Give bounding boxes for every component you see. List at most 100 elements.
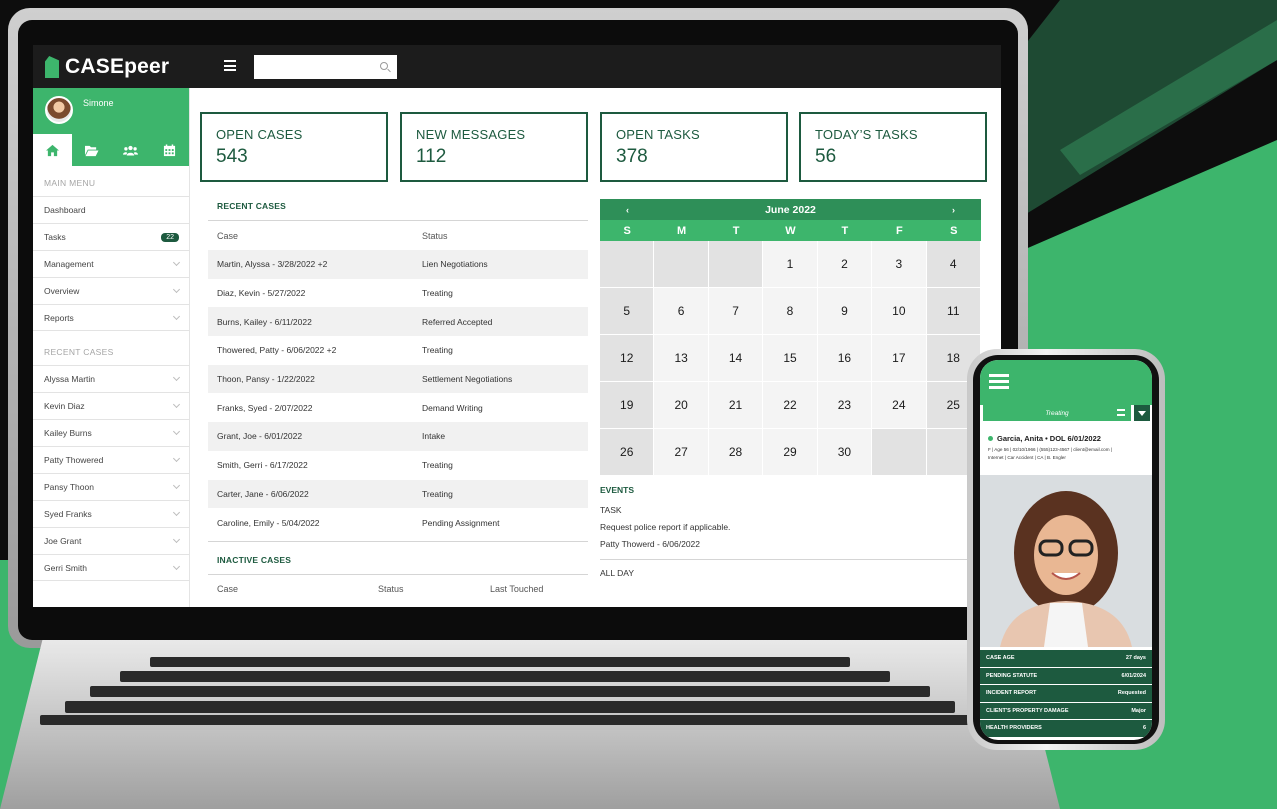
calendar-day[interactable]: 23: [817, 382, 873, 429]
search-input[interactable]: [254, 55, 374, 79]
sidebar-recent-case[interactable]: Gerri Smith: [33, 554, 189, 581]
detail-row-pending-statute[interactable]: PENDING STATUTE 6/01/2024: [980, 667, 1152, 685]
list-icon: [1117, 409, 1125, 416]
tasks-count-badge: 22: [161, 232, 179, 242]
stat-card-open-tasks[interactable]: OPEN TASKS 378: [600, 112, 788, 182]
sidebar-item-dashboard[interactable]: Dashboard: [33, 196, 189, 223]
detail-row-case-age[interactable]: CASE AGE 27 days: [980, 650, 1152, 668]
stat-card-new-messages[interactable]: NEW MESSAGES 112: [400, 112, 588, 182]
calendar-day[interactable]: 9: [817, 288, 873, 335]
cases-tab[interactable]: [72, 134, 111, 166]
table-header: Case Status: [208, 221, 588, 250]
column-header-status[interactable]: Status: [422, 231, 588, 241]
mobile-menu-icon[interactable]: [989, 374, 1009, 389]
next-month-button[interactable]: ›: [952, 205, 955, 215]
search-icon[interactable]: [380, 62, 388, 70]
table-row[interactable]: Grant, Joe - 6/01/2022 Intake: [208, 422, 588, 451]
calendar-day[interactable]: 8: [763, 288, 818, 335]
sidebar-recent-case[interactable]: Kevin Diaz: [33, 392, 189, 419]
sidebar-recent-case[interactable]: Pansy Thoon: [33, 473, 189, 500]
calendar-day[interactable]: 2: [817, 241, 873, 288]
sidebar-recent-case[interactable]: Patty Thowered: [33, 446, 189, 473]
stat-card-todays-tasks[interactable]: TODAY’S TASKS 56: [799, 112, 987, 182]
stat-value: 56: [815, 146, 837, 167]
calendar-day[interactable]: 15: [763, 335, 818, 382]
mobile-dropdown-button[interactable]: [1134, 405, 1150, 421]
calendar-day[interactable]: 7: [708, 288, 764, 335]
calendar-day[interactable]: 11: [926, 288, 981, 335]
sidebar-recent-case[interactable]: Alyssa Martin: [33, 365, 189, 392]
table-row[interactable]: Smith, Gerri - 6/17/2022 Treating: [208, 451, 588, 480]
table-row[interactable]: Franks, Syed - 2/07/2022 Demand Writing: [208, 393, 588, 422]
status-dot-icon: [988, 436, 993, 441]
column-header-last-touched[interactable]: Last Touched: [490, 584, 543, 594]
table-row[interactable]: Thowered, Patty - 6/06/2022 +2 Treating: [208, 336, 588, 365]
detail-row-incident-report[interactable]: INCIDENT REPORT Requested: [980, 685, 1152, 703]
sidebar-item-label: Gerri Smith: [44, 562, 87, 573]
calendar-day[interactable]: 21: [708, 382, 764, 429]
table-row[interactable]: Diaz, Kevin - 5/27/2022 Treating: [208, 279, 588, 308]
calendar-day[interactable]: 27: [654, 429, 709, 476]
calendar-day[interactable]: 17: [872, 335, 927, 382]
weekday-label: W: [785, 224, 796, 237]
recent-cases-panel: RECENT CASES Case Status Martin, Alyssa …: [208, 198, 588, 537]
sidebar-item-tasks[interactable]: Tasks 22: [33, 223, 189, 250]
detail-label: HEALTH PROVIDERS: [986, 725, 1042, 732]
calendar-day[interactable]: 22: [763, 382, 818, 429]
table-row[interactable]: Martin, Alyssa - 3/28/2022 +2 Lien Negoti…: [208, 250, 588, 279]
calendar-day[interactable]: 13: [654, 335, 709, 382]
calendar-day[interactable]: 29: [763, 429, 818, 476]
home-tab[interactable]: [33, 134, 72, 166]
table-row[interactable]: Thoon, Pansy - 1/22/2022 Settlement Negot…: [208, 364, 588, 394]
detail-row-health-providers[interactable]: HEALTH PROVIDERS 6: [980, 720, 1152, 738]
brand[interactable]: CASEpeer: [45, 55, 169, 79]
sidebar-recent-case[interactable]: Syed Franks: [33, 500, 189, 527]
table-row[interactable]: Burns, Kailey - 6/11/2022 Referred Accept…: [208, 307, 588, 337]
calendar-day[interactable]: 1: [763, 241, 818, 288]
stat-card-open-cases[interactable]: OPEN CASES 543: [200, 112, 388, 182]
contacts-tab[interactable]: [111, 134, 150, 166]
calendar-day[interactable]: 16: [817, 335, 873, 382]
calendar-day[interactable]: 12: [600, 335, 655, 382]
status-cell: Lien Negotiations: [422, 259, 488, 270]
calendar-day[interactable]: 6: [654, 288, 709, 335]
calendar-day[interactable]: 4: [926, 241, 981, 288]
table-row[interactable]: Carter, Jane - 6/06/2022 Treating: [208, 479, 588, 509]
calendar-tab[interactable]: [150, 134, 189, 166]
sidebar-recent-case[interactable]: Joe Grant: [33, 527, 189, 554]
detail-row-property-damage[interactable]: CLIENT'S PROPERTY DAMAGE Major: [980, 702, 1152, 720]
user-profile[interactable]: Simone: [33, 88, 189, 134]
event-description[interactable]: Request police report if applicable.: [600, 522, 981, 532]
menu-toggle-icon[interactable]: [224, 60, 236, 71]
calendar-day[interactable]: 30: [817, 429, 873, 476]
calendar-empty-cell: [600, 241, 655, 288]
table-row[interactable]: Caroline, Emily - 5/04/2022 Pending Assig…: [208, 508, 588, 537]
case-cell: Thoon, Pansy - 1/22/2022: [217, 374, 315, 385]
sidebar-item-reports[interactable]: Reports: [33, 304, 189, 331]
top-bar: CASEpeer: [33, 45, 1001, 88]
column-header-status[interactable]: Status: [378, 584, 490, 594]
calendar-day[interactable]: 14: [708, 335, 764, 382]
sidebar-item-overview[interactable]: Overview: [33, 277, 189, 304]
detail-value: 27 days: [1125, 655, 1146, 662]
sidebar-item-label: Reports: [44, 312, 74, 323]
calendar-day[interactable]: 10: [872, 288, 927, 335]
mobile-status-select[interactable]: Treating: [983, 405, 1131, 421]
detail-label: CASE AGE: [986, 655, 1015, 662]
sidebar-recent-case[interactable]: Kailey Burns: [33, 419, 189, 446]
calendar-day[interactable]: 28: [708, 429, 764, 476]
calendar-day[interactable]: 24: [872, 382, 927, 429]
sidebar-item-label: Dashboard: [44, 205, 86, 215]
event-client[interactable]: Patty Thowerd - 6/06/2022: [600, 539, 981, 549]
prev-month-button[interactable]: ‹: [626, 205, 629, 215]
sidebar-item-management[interactable]: Management: [33, 250, 189, 277]
search-box[interactable]: [254, 55, 397, 79]
calendar-day[interactable]: 26: [600, 429, 655, 476]
calendar-day[interactable]: 19: [600, 382, 655, 429]
calendar-day[interactable]: 20: [654, 382, 709, 429]
column-header-case[interactable]: Case: [208, 231, 422, 241]
calendar-day[interactable]: 3: [872, 241, 927, 288]
column-header-case[interactable]: Case: [208, 584, 378, 594]
calendar-day[interactable]: 5: [600, 288, 655, 335]
weekday-label: M: [677, 224, 687, 237]
